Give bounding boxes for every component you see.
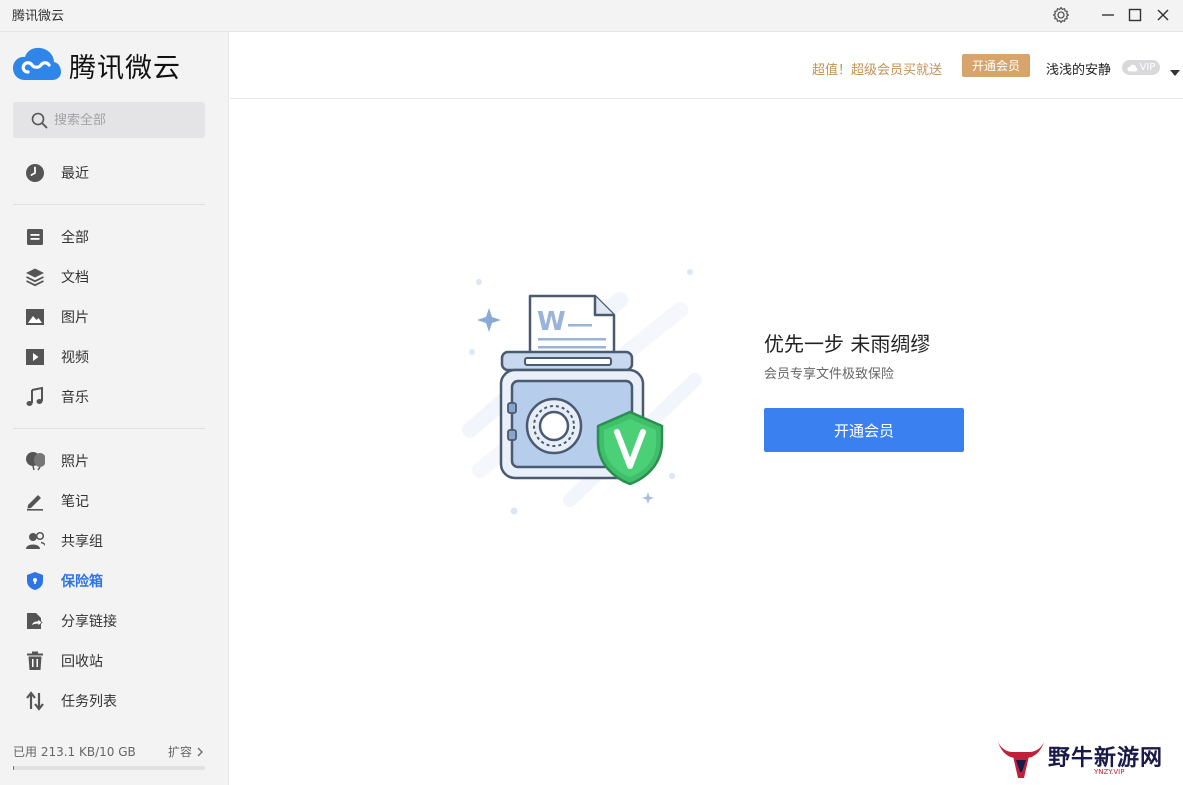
sidebar-item-recycle[interactable]: 回收站	[0, 642, 228, 680]
app-logo: 腾讯微云	[12, 45, 181, 85]
settings-icon[interactable]	[1047, 2, 1075, 28]
bull-logo-icon	[998, 742, 1044, 778]
sidebar-item-label: 音乐	[61, 390, 89, 406]
layers-icon	[25, 267, 45, 287]
sidebar-item-label: 照片	[61, 454, 89, 470]
music-icon	[25, 387, 45, 407]
sidebar-item-recent[interactable]: 最近	[0, 154, 228, 192]
sidebar-item-label: 最近	[61, 166, 89, 182]
sidebar-item-images[interactable]: 图片	[0, 298, 228, 336]
sidebar-item-share-links[interactable]: 分享链接	[0, 602, 228, 640]
search-box[interactable]	[13, 102, 205, 138]
app-window: 腾讯微云 腾讯微云 最近	[0, 0, 1183, 785]
search-icon	[31, 112, 48, 128]
sidebar-item-photos[interactable]: 照片	[0, 442, 228, 480]
window-titlebar: 腾讯微云	[0, 0, 1183, 32]
vip-promo-text[interactable]: 超值！超级会员买就送	[812, 59, 942, 78]
vip-badge-text: VIP	[1139, 62, 1156, 73]
sidebar-item-label: 分享链接	[61, 614, 117, 630]
logo-text: 腾讯微云	[69, 52, 181, 84]
watermark-subtext: YNZY.VIP	[1094, 768, 1125, 776]
users-icon	[25, 531, 45, 551]
search-input[interactable]	[54, 112, 194, 128]
shield-icon	[25, 571, 45, 591]
sidebar-item-docs[interactable]: 文档	[0, 258, 228, 296]
expand-label: 扩容	[167, 745, 192, 759]
vault-slogan: 优先一步 未雨绸缪	[764, 332, 931, 356]
window-title: 腾讯微云	[12, 9, 65, 24]
expand-storage-link[interactable]: 扩容	[168, 743, 205, 760]
share-link-icon	[25, 611, 45, 631]
clock-icon	[25, 163, 45, 183]
sidebar-item-label: 全部	[61, 230, 89, 246]
watermark: 野牛新游网 YNZY.VIP	[996, 736, 1176, 782]
sidebar-item-label: 保险箱	[61, 574, 103, 590]
sidebar-item-notes[interactable]: 笔记	[0, 482, 228, 520]
sidebar-item-label: 图片	[61, 310, 89, 326]
sidebar-item-label: 回收站	[61, 654, 103, 670]
sidebar-item-label: 共享组	[61, 534, 103, 550]
sidebar-item-share-group[interactable]: 共享组	[0, 522, 228, 560]
sidebar-item-label: 视频	[61, 350, 89, 366]
vault-subtext: 会员专享文件极致保险	[764, 367, 895, 382]
sidebar-item-label: 文档	[61, 270, 89, 286]
close-icon[interactable]	[1149, 2, 1177, 28]
storage-progress-fill	[13, 766, 14, 770]
top-header: 超值！超级会员买就送 开通会员 浅浅的安静 VIP	[230, 32, 1183, 99]
video-icon	[25, 347, 45, 367]
vip-badge: VIP	[1122, 60, 1160, 75]
weiyun-cloud-icon	[13, 47, 61, 80]
sidebar-item-all[interactable]: 全部	[0, 218, 228, 256]
sidebar-item-label: 笔记	[61, 494, 89, 510]
storage-used: 已用 213.1 KB/10 GB	[13, 745, 136, 759]
sidebar: 腾讯微云 最近 全部 文档 图片 视频 音乐	[0, 32, 229, 785]
sidebar-item-music[interactable]: 音乐	[0, 378, 228, 416]
minimize-icon[interactable]	[1094, 2, 1122, 28]
trash-icon	[25, 651, 45, 671]
open-vip-button[interactable]: 开通会员	[764, 408, 964, 452]
caret-down-icon[interactable]	[1170, 62, 1180, 81]
sidebar-item-safe[interactable]: 保险箱	[0, 562, 228, 600]
chevron-right-icon	[197, 747, 203, 756]
storage-progress-bar	[13, 766, 205, 770]
sidebar-item-tasks[interactable]: 任务列表	[0, 682, 228, 720]
sidebar-item-videos[interactable]: 视频	[0, 338, 228, 376]
sidebar-divider	[13, 428, 205, 429]
svg-text:W: W	[537, 307, 566, 337]
storage-info: 已用 213.1 KB/10 GB 扩容	[13, 743, 205, 761]
safe-vault-illustration: W	[462, 269, 702, 515]
open-vip-header-button[interactable]: 开通会员	[962, 54, 1030, 77]
username[interactable]: 浅浅的安静	[1046, 59, 1111, 78]
cloud-icon	[1127, 64, 1138, 71]
maximize-icon[interactable]	[1121, 2, 1149, 28]
all-files-icon	[25, 227, 45, 247]
sidebar-divider	[13, 204, 205, 205]
image-icon	[25, 307, 45, 327]
transfer-arrows-icon	[25, 691, 45, 711]
sidebar-item-label: 任务列表	[61, 694, 117, 710]
photos-balloon-icon	[25, 451, 45, 471]
pencil-icon	[25, 491, 45, 511]
